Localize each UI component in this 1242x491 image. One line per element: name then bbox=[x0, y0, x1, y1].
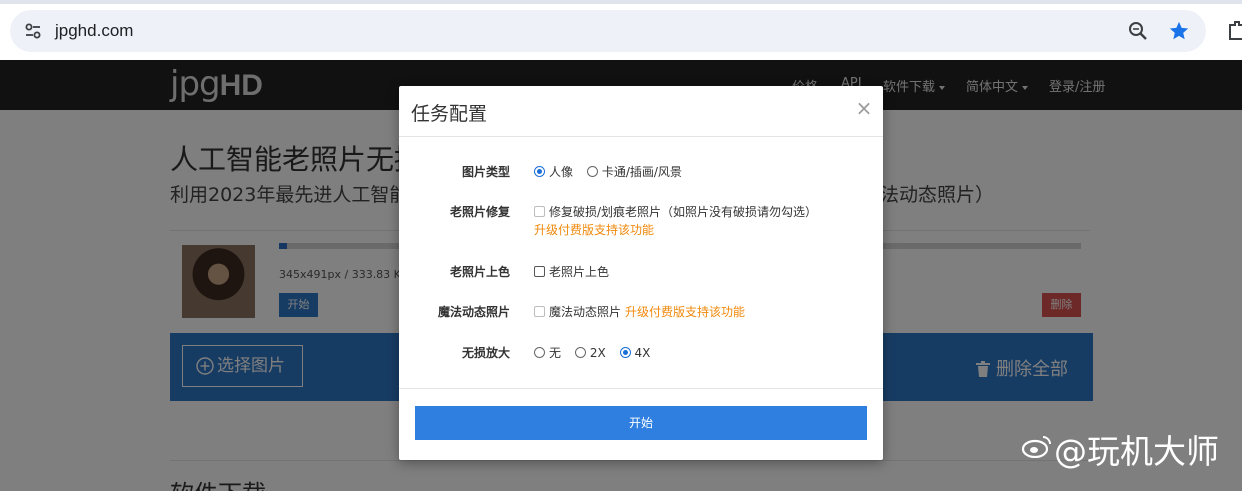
start-button[interactable]: 开始 bbox=[415, 406, 867, 440]
image-type-label: 图片类型 bbox=[461, 165, 510, 179]
colorize-checkbox[interactable] bbox=[534, 266, 545, 277]
repair-option-label: 修复破损/划痕老照片（如照片没有破损请勿勾选） bbox=[549, 205, 818, 219]
radio-portrait[interactable]: 人像 bbox=[534, 165, 583, 179]
radio-icon bbox=[534, 347, 545, 358]
radio-upscale-4x-label: 4X bbox=[634, 346, 651, 360]
repair-option: 修复破损/划痕老照片（如照片没有破损请勿勾选） bbox=[534, 203, 827, 220]
radio-cartoon-label: 卡通/插画/风景 bbox=[601, 165, 682, 179]
colorize-option-label: 老照片上色 bbox=[549, 265, 610, 279]
upscale-options: 无 2X 4X bbox=[534, 344, 660, 361]
zoom-icon[interactable] bbox=[1128, 21, 1148, 41]
radio-icon bbox=[574, 347, 586, 358]
motion-label: 魔法动态照片 bbox=[437, 305, 510, 319]
radio-selected-icon bbox=[534, 166, 545, 177]
url-text[interactable]: jpghd.com bbox=[55, 21, 133, 41]
motion-option: 魔法动态照片 升级付费版支持该功能 bbox=[534, 303, 745, 320]
browser-toolbar: jpghd.com bbox=[0, 0, 1242, 60]
motion-option-label: 魔法动态照片 bbox=[549, 305, 622, 319]
colorize-label: 老照片上色 bbox=[449, 265, 510, 279]
radio-upscale-none-label: 无 bbox=[549, 346, 562, 360]
task-config-dialog: 任务配置 × 图片类型 人像 卡通/插画/风景 老照片修复 修复破损/划痕老照片… bbox=[399, 86, 883, 460]
extensions-icon[interactable] bbox=[1226, 19, 1242, 41]
tab-strip-edge bbox=[0, 0, 1242, 4]
bookmark-star-icon[interactable] bbox=[1168, 20, 1190, 42]
image-type-options: 人像 卡通/插画/风景 bbox=[534, 163, 692, 180]
radio-selected-icon bbox=[619, 347, 631, 358]
site-settings-icon[interactable] bbox=[24, 22, 42, 40]
colorize-option: 老照片上色 bbox=[534, 263, 619, 280]
close-icon[interactable]: × bbox=[854, 98, 874, 118]
radio-cartoon[interactable]: 卡通/插画/风景 bbox=[586, 165, 692, 179]
radio-upscale-2x-label: 2X bbox=[589, 346, 606, 360]
dialog-footer-divider bbox=[399, 388, 883, 389]
dialog-title: 任务配置 bbox=[411, 103, 488, 125]
radio-icon bbox=[586, 166, 598, 177]
dialog-header: 任务配置 × bbox=[399, 86, 883, 137]
watermark-text: @玩机大师 bbox=[1054, 432, 1219, 471]
repair-label: 老照片修复 bbox=[449, 205, 510, 219]
motion-upgrade-link[interactable]: 升级付费版支持该功能 bbox=[625, 305, 745, 319]
weibo-logo-icon bbox=[1022, 436, 1051, 458]
motion-checkbox[interactable] bbox=[534, 306, 545, 317]
radio-upscale-2x[interactable]: 2X bbox=[574, 346, 616, 360]
repair-upgrade-link[interactable]: 升级付费版支持该功能 bbox=[534, 221, 654, 238]
radio-upscale-none[interactable]: 无 bbox=[534, 346, 571, 360]
repair-checkbox[interactable] bbox=[534, 206, 545, 217]
radio-upscale-4x[interactable]: 4X bbox=[619, 346, 661, 360]
address-bar[interactable]: jpghd.com bbox=[10, 10, 1206, 52]
radio-portrait-label: 人像 bbox=[549, 165, 574, 179]
upscale-label: 无损放大 bbox=[461, 346, 510, 360]
